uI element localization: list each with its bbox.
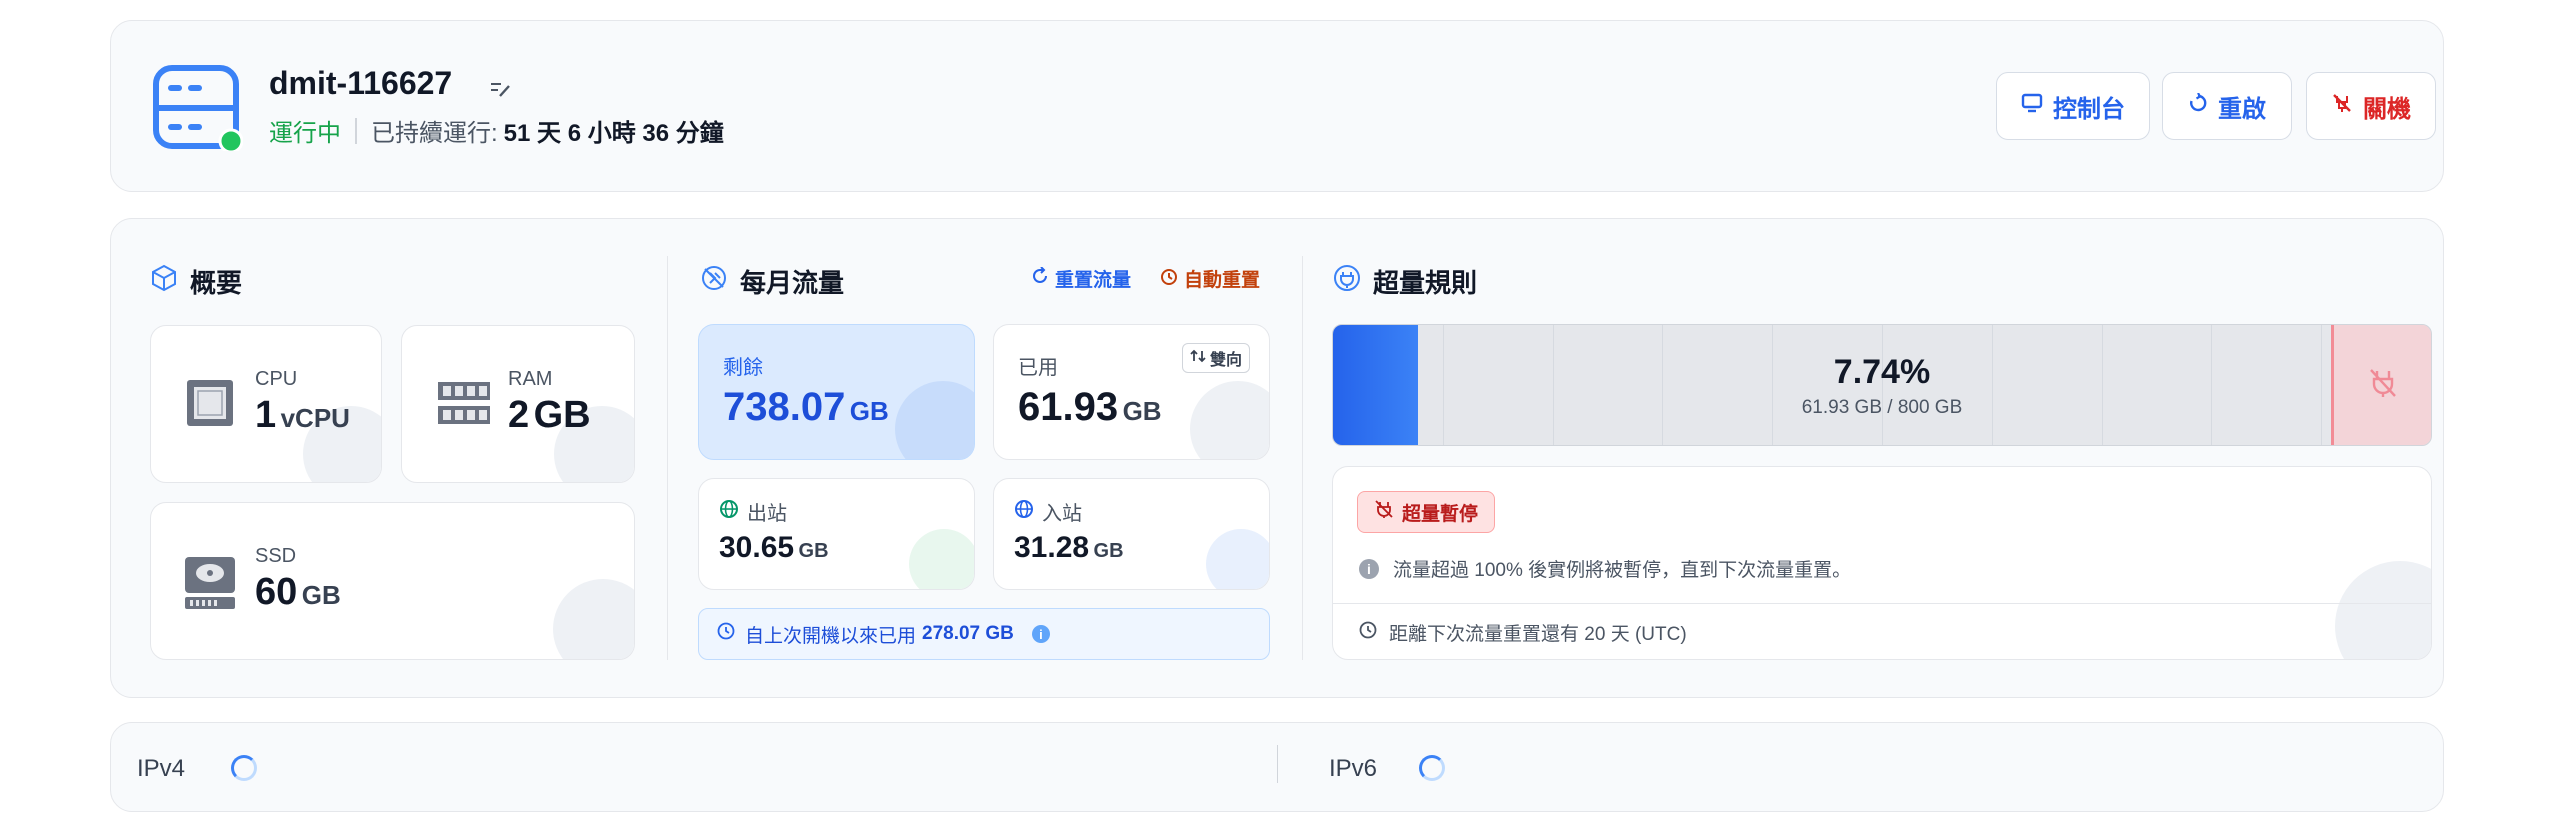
traffic-icon [700, 264, 728, 299]
decor-circle [2335, 561, 2431, 659]
outbound-panel: 出站 30.65 GB [698, 478, 975, 590]
used-panel: 已用 雙向 61.93 GB [993, 324, 1270, 460]
remaining-label: 剩餘 [723, 357, 763, 379]
inbound-panel: 入站 31.28 GB [993, 478, 1270, 590]
auto-reset-button[interactable]: 自動重置 [1160, 265, 1260, 292]
ssd-unit: GB [301, 580, 341, 610]
section-divider [667, 256, 668, 660]
overview-title: 概要 [190, 268, 243, 298]
info-icon: i [1359, 558, 1379, 579]
used-value: 61.93 [1018, 385, 1119, 429]
inbound-label: 入站 [1042, 503, 1082, 525]
edit-name-icon[interactable] [489, 77, 511, 99]
ssd-panel: SSD 60 GB [150, 502, 635, 660]
section-divider [1277, 745, 1278, 783]
outbound-value: 30.65 [719, 531, 795, 564]
direction-toggle-button[interactable]: 雙向 [1182, 343, 1250, 373]
clock-icon [1359, 621, 1377, 645]
overage-badge: 超量暫停 [1357, 491, 1496, 533]
cube-icon [150, 264, 178, 299]
server-name: dmit-116627 [269, 65, 453, 101]
ram-label: RAM [508, 368, 553, 390]
shutdown-label: 關機 [2363, 95, 2411, 123]
cpu-value: 1 [255, 394, 277, 436]
ipv6-label: IPv6 [1329, 755, 1378, 782]
cpu-unit: vCPU [280, 403, 350, 433]
reset-traffic-button[interactable]: 重置流量 [1031, 265, 1131, 292]
ssd-value: 60 [255, 571, 298, 613]
usage-amount: 61.93 GB / 800 GB [1801, 397, 1963, 418]
cpu-panel: CPU 1 vCPU [150, 325, 382, 483]
overage-title: 超量規則 [1373, 268, 1478, 298]
decor-circle [553, 579, 634, 659]
ssd-label: SSD [255, 545, 297, 567]
overage-info-panel: 超量暫停 i 流量超過 100% 後實例將被暫停，直到下次流量重置。 距離下次流… [1332, 466, 2432, 660]
inbound-value: 31.28 [1014, 531, 1090, 564]
power-off-icon [2331, 92, 2353, 121]
used-label: 已用 [1018, 357, 1058, 379]
console-button[interactable]: 控制台 [1996, 72, 2150, 140]
divider [355, 117, 357, 144]
overage-section-title: 超量規則 [1333, 263, 1477, 300]
remaining-panel: 剩餘 738.07 GB [698, 324, 975, 460]
ram-panel: RAM 2 GB [401, 325, 635, 483]
globe-icon [719, 499, 739, 524]
decor-circle [895, 381, 974, 459]
uptime-value: 51 天 6 小時 36 分鐘 [503, 120, 724, 147]
ram-module-icon [438, 378, 490, 433]
ram-value: 2 [508, 394, 530, 436]
uptime-label: 已持續運行: [371, 120, 498, 147]
outbound-unit: GB [798, 540, 829, 562]
console-label: 控制台 [2053, 95, 2125, 123]
remaining-value: 738.07 [723, 385, 846, 429]
since-boot-label: 自上次開機以來已用 [745, 625, 917, 647]
since-boot-value: 278.07 GB [922, 623, 1014, 644]
usage-percent: 7.74% [1833, 353, 1931, 391]
refresh-icon [1031, 265, 1049, 291]
cpu-label: CPU [255, 368, 298, 390]
swap-arrows-icon [1190, 349, 1206, 368]
reset-countdown-text: 距離下次流量重置還有 20 天 (UTC) [1389, 624, 1687, 645]
direction-toggle-label: 雙向 [1209, 352, 1242, 369]
server-icon [153, 65, 244, 154]
section-divider [1302, 256, 1303, 660]
inbound-unit: GB [1093, 540, 1124, 562]
used-unit: GB [1122, 396, 1162, 426]
power-off-icon [1374, 499, 1394, 525]
outbound-label: 出站 [747, 503, 787, 525]
plug-icon [1333, 264, 1361, 299]
ipv4-label: IPv4 [137, 755, 186, 782]
restart-icon [2188, 92, 2208, 120]
ram-unit: GB [533, 394, 591, 436]
cpu-chip-icon [185, 378, 235, 433]
clock-icon [717, 622, 735, 646]
info-icon[interactable]: i [1031, 625, 1050, 643]
since-boot-bar: 自上次開機以來已用 278.07 GB i [698, 608, 1270, 660]
traffic-section-title: 每月流量 [700, 263, 844, 300]
overview-section-title: 概要 [150, 263, 242, 300]
reboot-label: 重啟 [2218, 95, 2266, 123]
monitor-icon [2021, 92, 2043, 120]
auto-reset-label: 自動重置 [1184, 270, 1261, 291]
overage-info-text: 流量超過 100% 後實例將被暫停，直到下次流量重置。 [1393, 560, 1852, 581]
decor-circle [1190, 381, 1269, 459]
usage-progress-bar: 7.74% 61.93 GB / 800 GB [1332, 324, 2432, 446]
reset-traffic-label: 重置流量 [1055, 270, 1132, 291]
status-row: 運行中 已持續運行: 51 天 6 小時 36 分鐘 [269, 113, 724, 148]
reboot-button[interactable]: 重啟 [2162, 72, 2292, 140]
panel-divider [1333, 603, 2431, 604]
hard-drive-icon [185, 557, 235, 614]
decor-circle [1206, 529, 1269, 589]
loading-spinner-icon [1419, 755, 1445, 781]
decor-circle [909, 529, 974, 589]
traffic-title: 每月流量 [740, 268, 845, 298]
ip-card: IPv4 IPv6 [110, 722, 2444, 812]
shutdown-button[interactable]: 關機 [2306, 72, 2436, 140]
loading-spinner-icon [231, 755, 257, 781]
overage-badge-label: 超量暫停 [1402, 503, 1479, 525]
globe-icon [1014, 499, 1034, 524]
alarm-clock-icon [1160, 267, 1178, 291]
status-text: 運行中 [269, 120, 341, 147]
remaining-unit: GB [849, 396, 889, 426]
